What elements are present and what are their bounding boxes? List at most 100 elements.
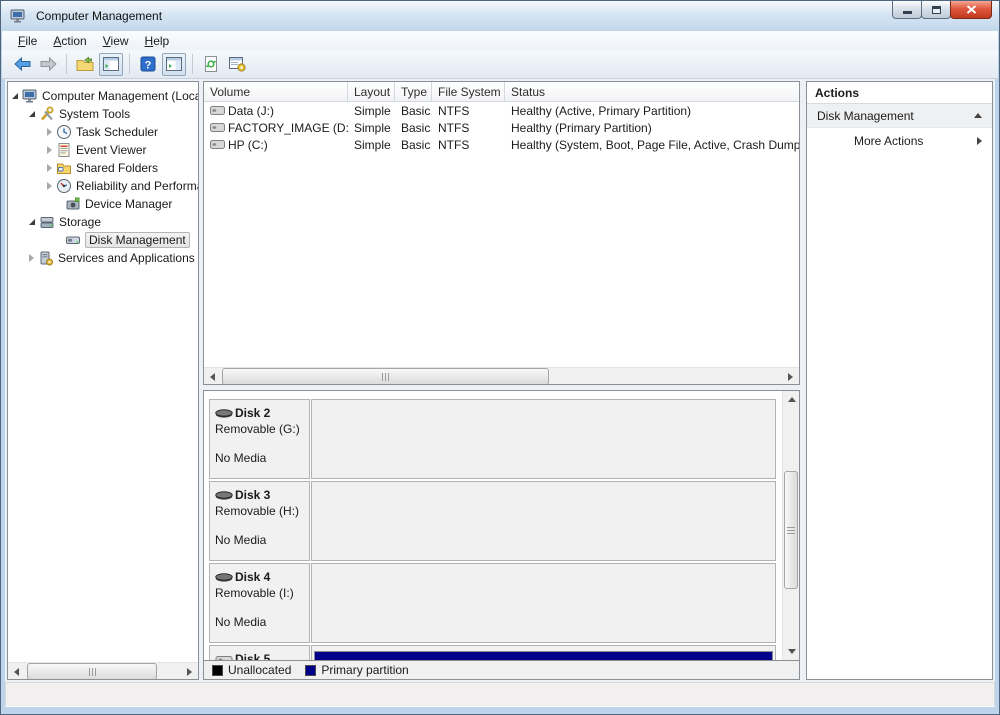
- volume-list-horizontal-scrollbar[interactable]: [204, 367, 799, 384]
- tree-item-services-and-applications[interactable]: Services and Applications: [8, 249, 198, 267]
- menu-action[interactable]: Action: [45, 32, 94, 50]
- scrollbar-thumb[interactable]: [784, 471, 798, 589]
- disk-3-header[interactable]: Disk 3 Removable (H:) No Media: [209, 481, 310, 561]
- disk-graphical-view-pane: Disk 2 Removable (G:) No Media Disk 3 Re…: [203, 390, 800, 680]
- disk-3-region[interactable]: [311, 481, 776, 561]
- close-button[interactable]: [950, 1, 992, 19]
- disk-5-primary-partition-bar[interactable]: [314, 651, 773, 660]
- column-header-volume[interactable]: Volume: [204, 82, 348, 101]
- removable-disk-icon: [215, 490, 234, 501]
- console-content: Computer Management (Local) System Tools…: [5, 79, 995, 682]
- disk-2-row[interactable]: Disk 2 Removable (G:) No Media: [209, 399, 776, 479]
- folder-icon: [76, 56, 94, 71]
- scroll-right-arrow[interactable]: [782, 368, 799, 384]
- task-scheduler-icon: [56, 124, 72, 140]
- forward-button[interactable]: [36, 53, 60, 76]
- scroll-right-arrow[interactable]: [181, 663, 198, 679]
- volume-row-hp-c[interactable]: HP (C:) Simple Basic NTFS Healthy (Syste…: [204, 136, 799, 153]
- partition-legend: Unallocated Primary partition: [204, 660, 799, 679]
- disk-list: Disk 2 Removable (G:) No Media Disk 3 Re…: [204, 391, 799, 660]
- scroll-left-arrow[interactable]: [8, 663, 25, 679]
- disk-2-region[interactable]: [311, 399, 776, 479]
- selected-tree-item-label: Disk Management: [85, 232, 190, 248]
- toolbar: ?: [2, 50, 998, 79]
- scrollbar-thumb[interactable]: [222, 368, 549, 384]
- disk-5-row[interactable]: Disk 5: [209, 645, 776, 660]
- disk-4-region[interactable]: [311, 563, 776, 643]
- window-title: Computer Management: [36, 9, 163, 23]
- menu-view[interactable]: View: [95, 32, 137, 50]
- disk-5-region[interactable]: [311, 645, 776, 660]
- disk-view-vertical-scrollbar[interactable]: [782, 391, 799, 660]
- menu-help[interactable]: Help: [137, 32, 178, 50]
- column-header-layout[interactable]: Layout: [348, 82, 395, 101]
- volume-row-data-j[interactable]: Data (J:) Simple Basic NTFS Healthy (Act…: [204, 102, 799, 119]
- volume-list-pane: Volume Layout Type File System Status Da…: [203, 81, 800, 385]
- column-header-type[interactable]: Type: [395, 82, 432, 101]
- disk-3-row[interactable]: Disk 3 Removable (H:) No Media: [209, 481, 776, 561]
- title-bar[interactable]: Computer Management: [1, 1, 999, 31]
- scroll-up-arrow[interactable]: [783, 391, 799, 408]
- removable-disk-icon: [215, 572, 234, 583]
- unallocated-legend-label: Unallocated: [228, 663, 292, 677]
- expander-expanded-icon[interactable]: [29, 111, 35, 117]
- status-bar: [5, 682, 995, 707]
- toolbar-separator: [66, 54, 67, 74]
- scroll-left-arrow[interactable]: [204, 368, 221, 384]
- console-tree-icon: [103, 57, 119, 71]
- refresh-button[interactable]: [199, 53, 223, 76]
- export-list-button[interactable]: [73, 53, 97, 76]
- scroll-down-arrow[interactable]: [783, 643, 799, 660]
- restore-button[interactable]: [921, 1, 951, 19]
- expander-collapsed-icon[interactable]: [47, 182, 52, 190]
- tree-item-event-viewer[interactable]: Event Viewer: [8, 141, 198, 159]
- tree-item-disk-management[interactable]: Disk Management: [8, 231, 198, 249]
- expander-collapsed-icon[interactable]: [47, 128, 52, 136]
- action-pane-icon: [166, 57, 182, 71]
- back-button[interactable]: [10, 53, 34, 76]
- tree-item-shared-folders[interactable]: Shared Folders: [8, 159, 198, 177]
- disk-4-row[interactable]: Disk 4 Removable (I:) No Media: [209, 563, 776, 643]
- menu-file[interactable]: File: [10, 32, 45, 50]
- help-button[interactable]: ?: [136, 53, 160, 76]
- disk-management-icon: [65, 232, 81, 248]
- computer-management-window: Computer Management File Action View Hel…: [0, 0, 1000, 715]
- column-header-file-system[interactable]: File System: [432, 82, 505, 101]
- show-action-pane-button[interactable]: [162, 52, 186, 76]
- tree-item-storage[interactable]: Storage: [8, 213, 198, 231]
- disk-management-tool-button[interactable]: [225, 53, 249, 76]
- volume-table-header: Volume Layout Type File System Status: [204, 82, 799, 102]
- disk-2-header[interactable]: Disk 2 Removable (G:) No Media: [209, 399, 310, 479]
- console-tree-pane: Computer Management (Local) System Tools…: [7, 81, 199, 680]
- expander-expanded-icon[interactable]: [29, 219, 35, 225]
- show-console-tree-button[interactable]: [99, 52, 123, 76]
- event-viewer-icon: [56, 142, 72, 158]
- collapse-group-icon[interactable]: [974, 113, 982, 118]
- tree-item-task-scheduler[interactable]: Task Scheduler: [8, 123, 198, 141]
- tree-item-computer-management[interactable]: Computer Management (Local): [8, 87, 198, 105]
- expander-collapsed-icon[interactable]: [47, 164, 52, 172]
- tree-horizontal-scrollbar[interactable]: [8, 662, 198, 679]
- toolbar-separator: [129, 54, 130, 74]
- actions-group-disk-management[interactable]: Disk Management: [807, 104, 992, 128]
- scrollbar-thumb[interactable]: [27, 663, 157, 679]
- disk-5-header[interactable]: Disk 5: [209, 645, 310, 660]
- help-icon: ?: [140, 56, 156, 72]
- expander-expanded-icon[interactable]: [12, 93, 18, 99]
- menu-bar: File Action View Help: [2, 31, 998, 50]
- column-header-status[interactable]: Status: [505, 82, 799, 101]
- tree-item-reliability-and-performance[interactable]: Reliability and Performance: [8, 177, 198, 195]
- tree-item-system-tools[interactable]: System Tools: [8, 105, 198, 123]
- volume-row-factory-image-d[interactable]: FACTORY_IMAGE (D:) Simple Basic NTFS Hea…: [204, 119, 799, 136]
- submenu-arrow-icon: [977, 137, 982, 145]
- system-tools-icon: [39, 106, 55, 122]
- computer-icon: [22, 88, 38, 104]
- tree-item-device-manager[interactable]: Device Manager: [8, 195, 198, 213]
- expander-collapsed-icon[interactable]: [29, 254, 34, 262]
- expander-collapsed-icon[interactable]: [47, 146, 52, 154]
- volume-drive-icon: [210, 122, 225, 133]
- minimize-button[interactable]: [892, 1, 922, 19]
- disk-4-header[interactable]: Disk 4 Removable (I:) No Media: [209, 563, 310, 643]
- more-actions-item[interactable]: More Actions: [807, 128, 992, 154]
- app-computer-icon: [10, 8, 26, 24]
